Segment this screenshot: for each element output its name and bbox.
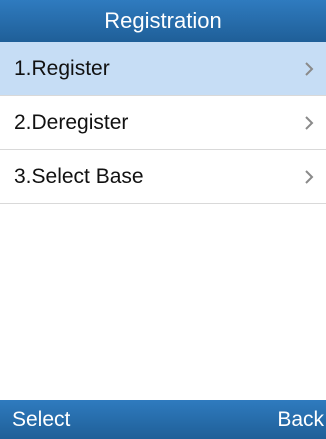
menu-item-select-base[interactable]: 3.Select Base [0,150,326,204]
back-softkey[interactable]: Back [277,408,324,432]
menu-item-label: 1.Register [14,56,110,80]
menu-item-deregister[interactable]: 2.Deregister [0,96,326,150]
chevron-right-icon [304,115,314,131]
title-bar: Registration [0,0,326,42]
chevron-right-icon [304,61,314,77]
select-softkey[interactable]: Select [12,408,70,432]
menu-list: 1.Register 2.Deregister 3.Select Base [0,42,326,204]
softkey-bar: Select Back [0,400,326,439]
menu-item-label: 3.Select Base [14,164,144,188]
page-title: Registration [104,8,222,33]
menu-item-register[interactable]: 1.Register [0,42,326,96]
chevron-right-icon [304,169,314,185]
menu-item-label: 2.Deregister [14,110,129,134]
